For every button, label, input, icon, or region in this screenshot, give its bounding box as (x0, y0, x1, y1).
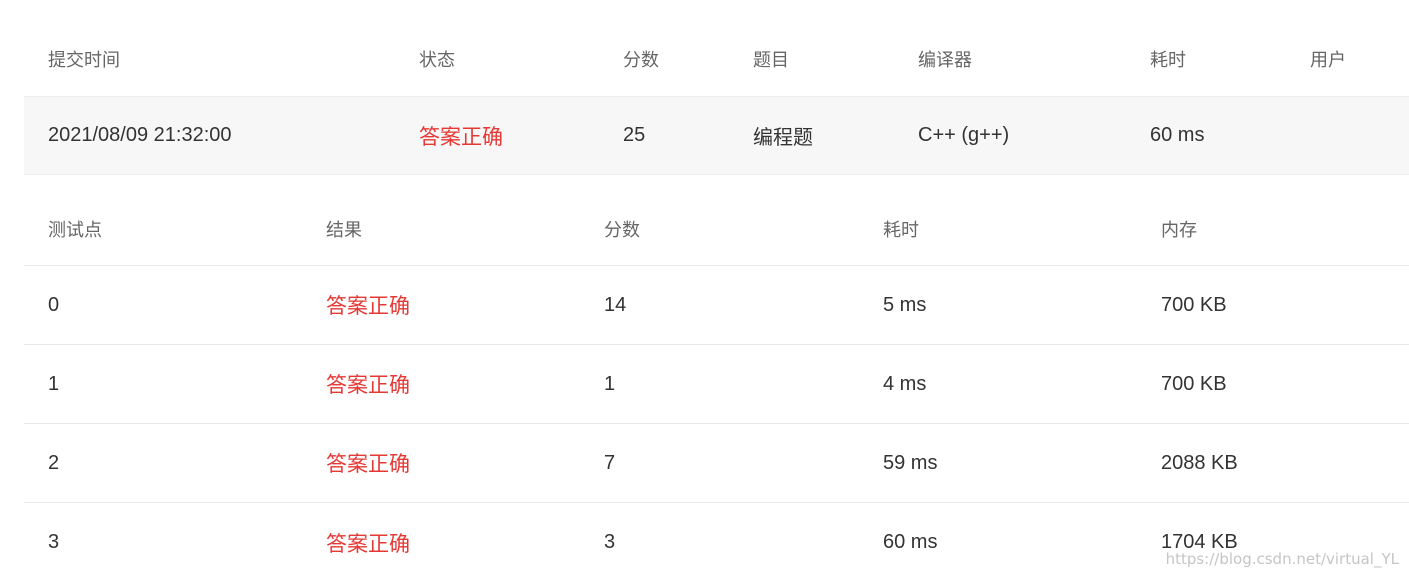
testcase-memory: 700 KB (1161, 372, 1227, 395)
submission-row[interactable]: 2021/08/09 21:32:00 答案正确 25 编程题 C++ (g++… (24, 96, 1409, 175)
testcase-time: 60 ms (883, 531, 938, 553)
testcase-id: 0 (48, 293, 60, 316)
header-problem: 题目 (753, 50, 789, 70)
submission-time: 2021/08/09 21:32:00 (48, 124, 232, 146)
submission-compiler: C++ (g++) (918, 124, 1010, 146)
testcase-result: 答案正确 (326, 453, 410, 476)
testcase-time: 4 ms (883, 372, 927, 395)
testcase-result: 答案正确 (326, 532, 410, 556)
table-row: 1 答案正确 1 4 ms 700 KB (24, 345, 1409, 424)
header-testcase: 测试点 (48, 219, 102, 240)
submission-score: 25 (623, 124, 646, 146)
watermark-text: https://blog.csdn.net/virtual_YL (1165, 550, 1399, 568)
testcase-id: 1 (48, 372, 60, 395)
testcase-memory: 1704 KB (1161, 531, 1238, 553)
table-row: 0 答案正确 14 5 ms 700 KB (24, 266, 1409, 345)
testcase-table-header: 测试点 结果 分数 耗时 内存 (24, 192, 1409, 266)
header-user: 用户 (1310, 50, 1346, 70)
header-tc-time: 耗时 (883, 219, 919, 240)
submission-table-header: 提交时间 状态 分数 题目 编译器 耗时 用户 (24, 22, 1409, 96)
testcase-id: 3 (48, 531, 60, 553)
submission-status-badge[interactable]: 答案正确 (419, 97, 503, 174)
header-duration: 耗时 (1150, 50, 1186, 70)
testcase-memory: 700 KB (1161, 293, 1227, 316)
header-status: 状态 (419, 50, 455, 70)
header-compiler: 编译器 (918, 50, 972, 70)
header-tc-score: 分数 (604, 219, 640, 240)
testcase-score: 1 (604, 372, 616, 395)
header-memory: 内存 (1161, 219, 1197, 240)
testcase-result: 答案正确 (326, 374, 410, 397)
header-submit-time: 提交时间 (48, 50, 120, 70)
header-result: 结果 (326, 219, 362, 240)
testcase-score: 3 (604, 531, 616, 553)
header-score: 分数 (623, 50, 659, 70)
testcase-memory: 2088 KB (1161, 451, 1238, 474)
submission-problem-link[interactable]: 编程题 (753, 97, 813, 174)
table-row: 2 答案正确 7 59 ms 2088 KB (24, 424, 1409, 503)
testcase-id: 2 (48, 451, 60, 474)
testcase-time: 59 ms (883, 451, 938, 474)
testcase-score: 7 (604, 451, 616, 474)
table-row: 3 答案正确 3 60 ms 1704 KB (24, 503, 1409, 582)
testcase-score: 14 (604, 293, 627, 316)
testcase-result: 答案正确 (326, 295, 410, 318)
testcase-time: 5 ms (883, 293, 927, 316)
submission-duration: 60 ms (1150, 124, 1205, 146)
